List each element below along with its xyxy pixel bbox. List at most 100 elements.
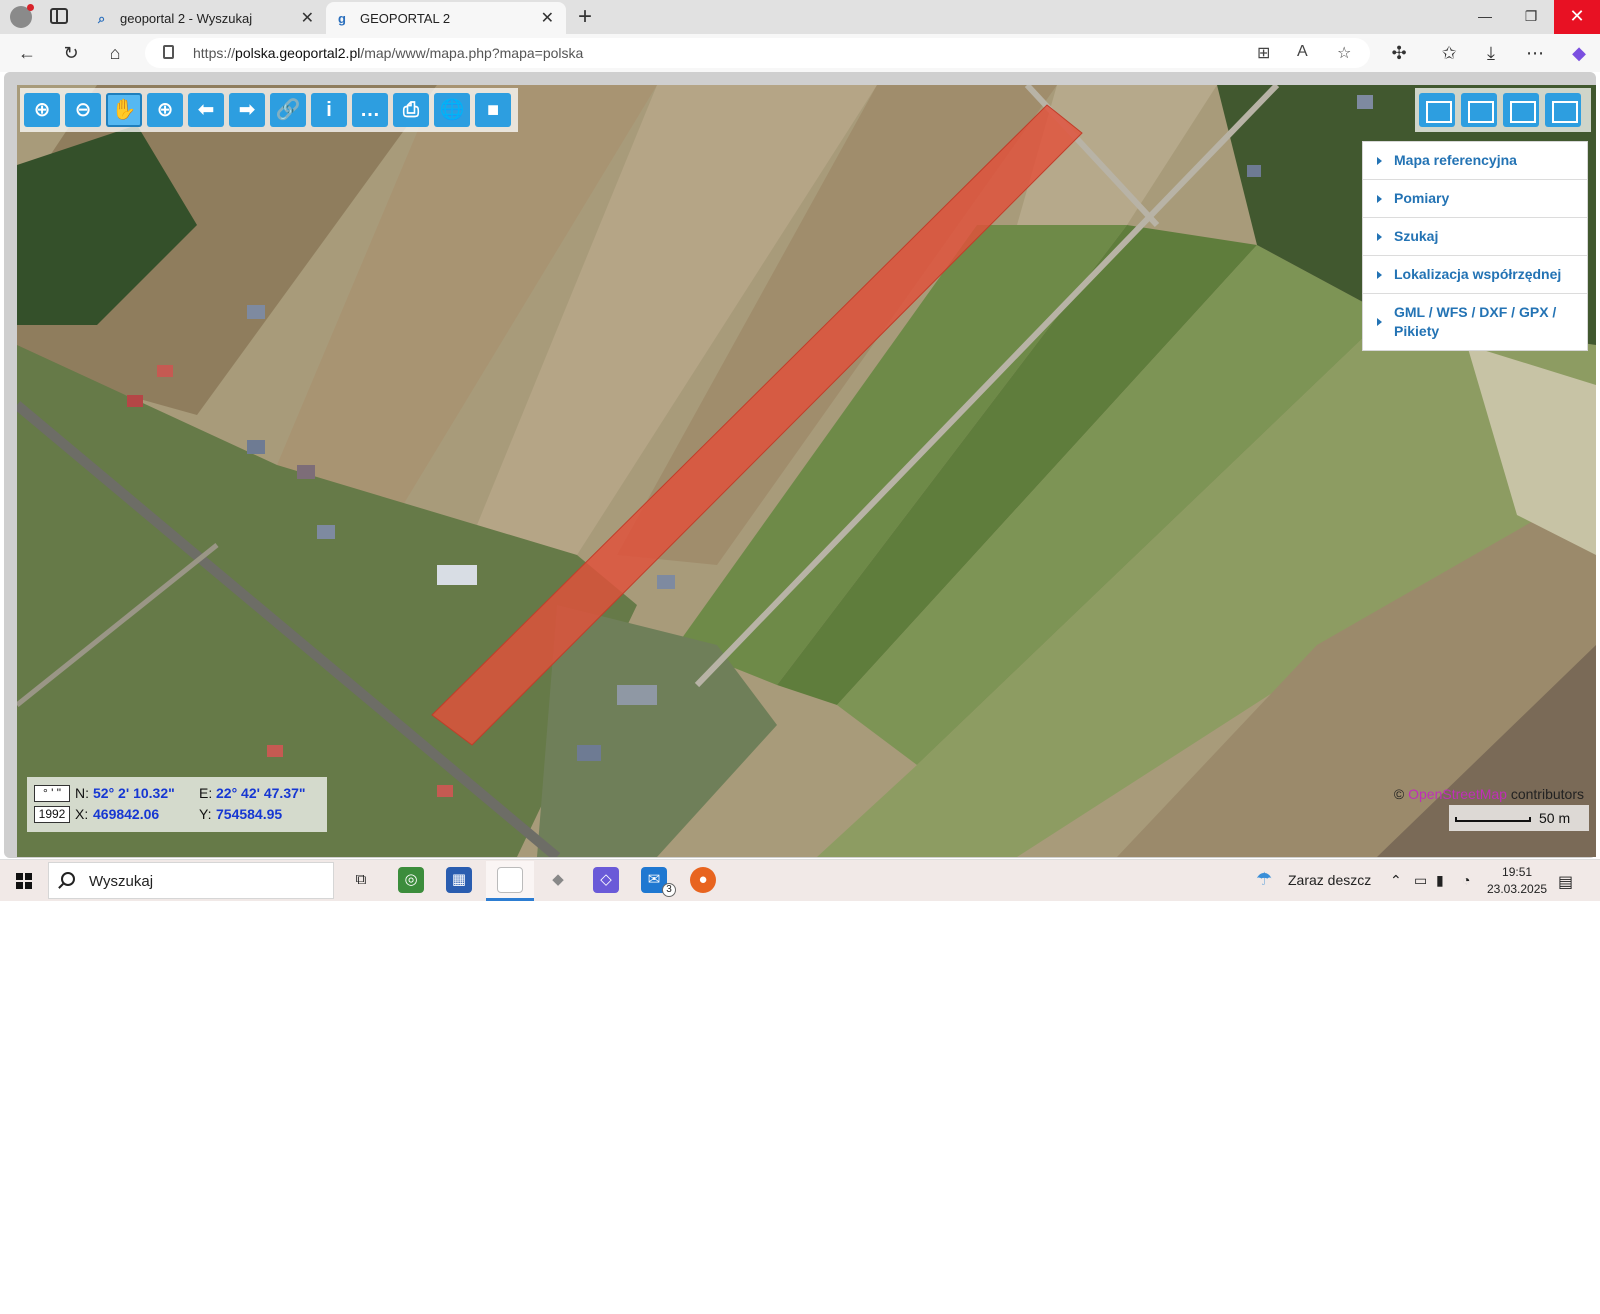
mail-badge: 3 (662, 883, 676, 897)
home-icon[interactable]: ⌂ (102, 40, 128, 66)
tripadvisor-icon[interactable]: ◎ (398, 867, 424, 893)
refresh-icon[interactable]: ↻ (58, 40, 84, 66)
expand-arrow-icon (1377, 194, 1382, 203)
browser-tab-search[interactable]: ⌕ geoportal 2 - Wyszukaj ✕ (86, 2, 326, 34)
close-tab-icon[interactable]: ✕ (301, 8, 314, 28)
rain-weather-icon[interactable]: ☂ (1256, 869, 1272, 890)
close-window-icon[interactable]: ✕ (1554, 0, 1600, 34)
top-panel-layout-icon[interactable] (1419, 93, 1455, 127)
expand-arrow-icon (1377, 156, 1382, 165)
x-value: 469842.06 (93, 806, 160, 822)
favorite-star-icon[interactable]: ☆ (1337, 43, 1351, 63)
scale-bar: 50 m (1449, 805, 1589, 831)
menu-item-mapa-referencyjna[interactable]: Mapa referencyjna (1363, 142, 1587, 180)
export-layout-icon[interactable] (1503, 93, 1539, 127)
back-icon[interactable]: ← (14, 40, 40, 66)
extensions-icon[interactable]: ✣ (1386, 40, 1412, 66)
zoom-out-tool[interactable]: ⊖ (65, 93, 101, 127)
dropbox-icon[interactable]: ◆ (545, 867, 571, 893)
profile-icon[interactable] (10, 4, 34, 28)
format-dms-button[interactable]: ° ' " (34, 785, 70, 802)
measure-tool[interactable]: … (352, 93, 388, 127)
url-field[interactable]: https://polska.geoportal2.pl/map/www/map… (145, 38, 1370, 68)
expand-arrow-icon (1377, 232, 1382, 241)
e-label: E: (199, 785, 213, 801)
side-menu-panel: Mapa referencyjna Pomiary Szukaj Lokaliz… (1362, 141, 1588, 351)
copilot-icon[interactable]: ◆ (1566, 40, 1592, 66)
wifi-icon[interactable]: ◔ (1462, 872, 1470, 888)
n-label: N: (75, 785, 89, 801)
geoportal-favicon-icon: g (338, 11, 346, 26)
tab-title: GEOPORTAL 2 (360, 11, 451, 26)
lock-icon[interactable] (163, 45, 174, 59)
tab-title: geoportal 2 - Wyszukaj (120, 11, 253, 26)
weather-text[interactable]: Zaraz deszcz (1288, 872, 1371, 888)
clock-date: 23.03.2025 (1487, 882, 1548, 896)
left-panel-layout-icon[interactable] (1461, 93, 1497, 127)
url-text: https://polska.geoportal2.pl/map/www/map… (193, 45, 584, 61)
restore-icon[interactable]: ❐ (1508, 0, 1554, 34)
store-icon[interactable]: ▦ (446, 867, 472, 893)
info-tool[interactable]: i (311, 93, 347, 127)
n-value: 52° 2' 10.32" (93, 785, 175, 801)
globe-tool[interactable]: 🌐 (434, 93, 470, 127)
firefox-icon[interactable]: ● (690, 867, 716, 893)
back-tool[interactable]: ⬅ (188, 93, 224, 127)
tab-actions-icon[interactable] (50, 8, 68, 24)
expand-arrow-icon (1377, 270, 1382, 279)
battery-icon[interactable]: ▮ (1436, 872, 1444, 889)
format-1992-button[interactable]: 1992 (34, 806, 70, 823)
new-tab-icon[interactable]: + (578, 3, 592, 31)
print-tool[interactable]: ⎙ (393, 93, 429, 127)
browser-tab-geoportal[interactable]: g GEOPORTAL 2 ✕ (326, 2, 566, 34)
search-icon (61, 872, 75, 886)
menu-item-gml-export[interactable]: GML / WFS / DXF / GPX / Pikiety (1363, 294, 1587, 350)
windows-start-icon[interactable] (16, 873, 32, 889)
read-aloud-icon[interactable]: A (1297, 43, 1308, 61)
browser-tab-strip: ⌕ geoportal 2 - Wyszukaj ✕ g GEOPORTAL 2… (0, 0, 1600, 34)
clock-time: 19:51 (1502, 865, 1533, 879)
y-value: 754584.95 (216, 806, 283, 822)
forward-tool[interactable]: ➡ (229, 93, 265, 127)
taskbar-search-input[interactable]: Wyszukaj (48, 862, 334, 899)
windows-taskbar: Wyszukaj ⧉ ◎ ▦ ◆ ◇ ✉ 3 ● ☂ Zaraz deszcz … (0, 859, 1600, 901)
e-value: 22° 42' 47.37" (216, 785, 306, 801)
openstreetmap-link[interactable]: OpenStreetMap (1408, 786, 1507, 802)
blank-document-icon[interactable] (497, 867, 523, 893)
x-label: X: (75, 806, 89, 822)
address-bar-row: ← ↻ ⌂ https://polska.geoportal2.pl/map/w… (0, 34, 1600, 72)
search-icon: ⌕ (98, 11, 106, 26)
minimize-icon[interactable]: — (1462, 0, 1508, 34)
scale-label: 50 m (1539, 810, 1571, 826)
map-toolbar: ⊕ ⊖ ✋ ⊕ ⬅ ➡ 🔗 i… ⎙ 🌐 ■ (20, 88, 518, 132)
video-tool[interactable]: ■ (475, 93, 511, 127)
zoom-in-tool[interactable]: ⊕ (24, 93, 60, 127)
coordinate-readout: ° ' " 1992 N: 52° 2' 10.32" E: 22° 42' 4… (27, 777, 327, 832)
menu-item-lokalizacja[interactable]: Lokalizacja współrzędnej (1363, 256, 1587, 294)
aerial-imagery (17, 85, 1596, 857)
right-panel-layout-icon[interactable] (1545, 93, 1581, 127)
pan-hand-tool[interactable]: ✋ (106, 93, 142, 127)
layout-toolbar (1415, 88, 1591, 132)
search-placeholder: Wyszukaj (89, 873, 154, 890)
link-tool[interactable]: 🔗 (270, 93, 306, 127)
downloads-icon[interactable]: ⤓ (1478, 40, 1504, 66)
notifications-icon[interactable]: ▤ (1558, 872, 1573, 892)
y-label: Y: (199, 806, 212, 822)
task-view-icon[interactable]: ⧉ (348, 867, 374, 893)
chevron-up-icon[interactable]: ⌃ (1390, 872, 1402, 889)
expand-arrow-icon (1377, 318, 1382, 326)
meet-icon[interactable]: ▭ (1414, 872, 1427, 889)
zoom-extent-tool[interactable]: ⊕ (147, 93, 183, 127)
app-available-icon[interactable]: ⊞ (1257, 43, 1270, 63)
more-menu-icon[interactable]: ⋯ (1522, 40, 1548, 66)
scale-line (1455, 817, 1531, 822)
close-tab-icon[interactable]: ✕ (541, 8, 554, 28)
map-attribution: © OpenStreetMap contributors (1393, 786, 1584, 802)
map-viewport[interactable]: ⊕ ⊖ ✋ ⊕ ⬅ ➡ 🔗 i… ⎙ 🌐 ■ Mapa referencyjna Pomiary S… (17, 85, 1596, 857)
favorites-icon[interactable]: ✩ (1436, 40, 1462, 66)
menu-item-pomiary[interactable]: Pomiary (1363, 180, 1587, 218)
taskbar-clock[interactable]: 19:51 23.03.2025 (1487, 864, 1547, 898)
copilot-app-icon[interactable]: ◇ (593, 867, 619, 893)
menu-item-szukaj[interactable]: Szukaj (1363, 218, 1587, 256)
